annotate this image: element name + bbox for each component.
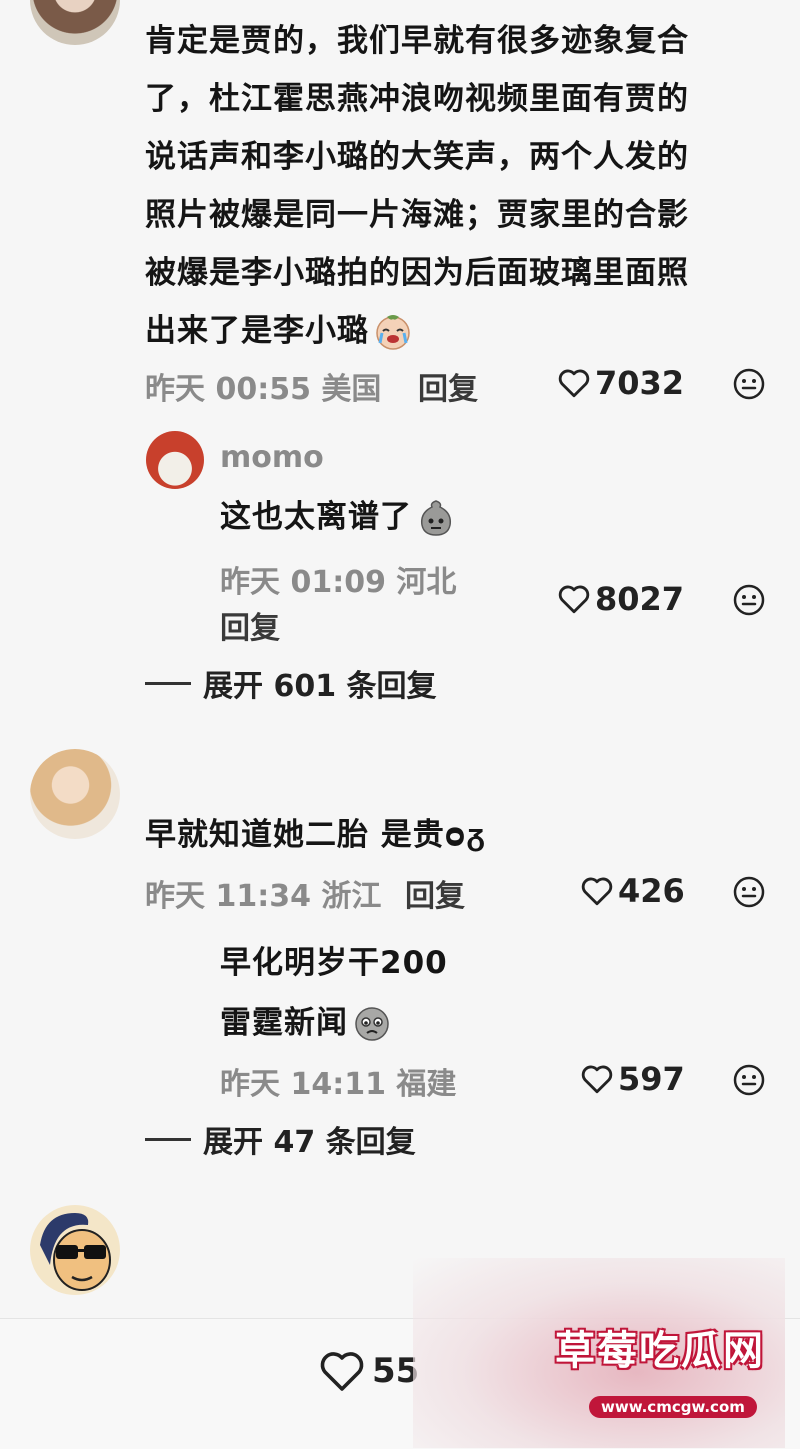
comment-meta: 昨天 00:55 美国 [145, 372, 382, 407]
comment-line: 肯定是贾的，我们早就有很多迹象复合 [145, 23, 689, 59]
expand-replies-button[interactable]: 展开 47 条回复 [145, 1117, 416, 1161]
comment-meta: 昨天 11:34 浙江 [145, 879, 382, 914]
reply-text: 雷霆新闻 [220, 1005, 348, 1041]
like-button[interactable]: 597 [580, 1060, 685, 1098]
heart-icon [558, 585, 590, 614]
cartoon-avatar-icon [40, 1213, 111, 1291]
reply-text-row: 雷霆新闻 [220, 994, 392, 1052]
expand-label: 展开 601 条回复 [203, 669, 437, 704]
crying-laughing-emoji-icon [376, 315, 410, 350]
like-button[interactable]: 7032 [557, 364, 684, 402]
reply-meta: 昨天 01:09 河北 [220, 565, 457, 600]
watermark: 草莓吃瓜网 www.cmcgw.com [413, 1258, 785, 1448]
like-button[interactable]: 8027 [557, 580, 684, 618]
like-count: 7032 [595, 364, 685, 402]
reply-meta: 昨天 14:11 福建 [220, 1067, 457, 1102]
smiley-icon [733, 876, 765, 908]
avatar[interactable] [30, 0, 120, 45]
smiley-icon [733, 368, 765, 400]
avatar[interactable] [146, 431, 204, 489]
expand-replies-button[interactable]: 展开 601 条回复 [145, 661, 437, 705]
reply-text-row: 这也太离谱了 [220, 488, 456, 546]
like-count: 426 [618, 872, 685, 910]
emoji-reaction-button[interactable] [733, 584, 765, 616]
reply-button[interactable]: 回复 [405, 871, 465, 915]
like-button[interactable]: 55 [318, 1349, 419, 1393]
reply-button[interactable]: 回复 [418, 364, 478, 408]
emoji-reaction-button[interactable] [733, 876, 765, 908]
reply-text: 早化明岁干200 [220, 945, 448, 981]
heart-icon [320, 1352, 364, 1391]
reply-text: 这也太离谱了 [220, 499, 412, 535]
smiley-icon [733, 1064, 765, 1096]
reply-button[interactable]: 回复 [220, 603, 280, 647]
like-count: 597 [618, 1060, 685, 1098]
heart-icon [581, 1065, 613, 1094]
heart-icon [558, 369, 590, 398]
watermark-url: www.cmcgw.com [589, 1396, 757, 1418]
emoji-reaction-button[interactable] [733, 1064, 765, 1096]
avatar[interactable] [30, 749, 120, 839]
comment-line: 说话声和李小璐的大笑声，两个人发的 [145, 139, 689, 175]
heart-icon [581, 877, 613, 906]
comment-line: 被爆是李小璐拍的因为后面玻璃里面照 [145, 255, 689, 291]
reply-username[interactable]: momo [220, 440, 324, 475]
like-count: 8027 [595, 580, 685, 618]
divider [145, 1137, 191, 1141]
emoji-reaction-button[interactable] [733, 368, 765, 400]
comment-line: 出来了是李小璐 [145, 313, 369, 349]
comment-line: 照片被爆是同一片海滩；贾家里的合影 [145, 197, 689, 233]
sad-emoji-icon [355, 1007, 389, 1041]
like-button[interactable]: 426 [580, 872, 685, 910]
watermark-title: 草莓吃瓜网 [555, 1328, 765, 1374]
comment-text: 早就知道她二胎 是贵ᴑᵹ [145, 817, 487, 853]
smiley-icon [733, 584, 765, 616]
speechless-emoji-icon [420, 500, 452, 536]
expand-label: 展开 47 条回复 [203, 1125, 416, 1160]
avatar[interactable] [30, 1205, 120, 1295]
comment-text: 肯定是贾的，我们早就有很多迹象复合 了，杜江霍思燕冲浪吻视频里面有贾的 说话声和… [145, 12, 775, 360]
comment-line: 了，杜江霍思燕冲浪吻视频里面有贾的 [145, 81, 689, 117]
divider [145, 681, 191, 685]
